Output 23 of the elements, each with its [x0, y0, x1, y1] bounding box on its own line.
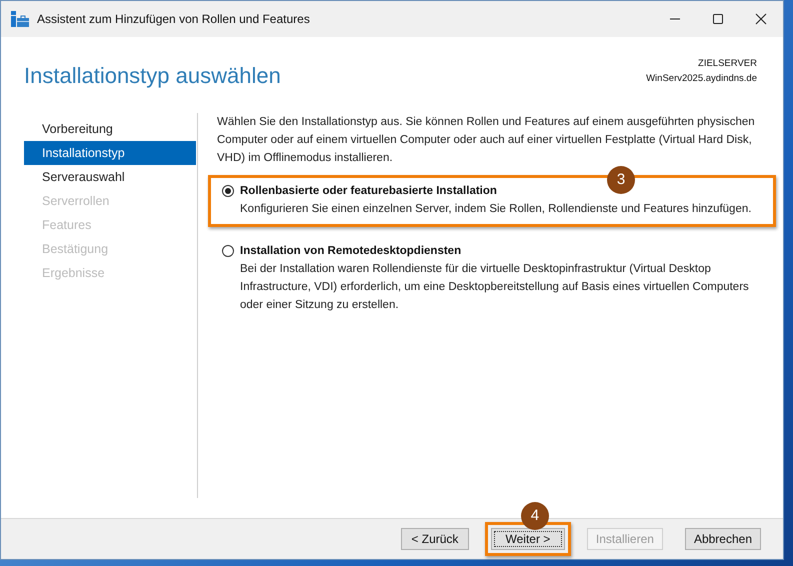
dialog-button[interactable]: Weiter > [490, 528, 565, 550]
dialog-button[interactable]: Abbrechen [684, 528, 761, 550]
radio-button[interactable] [222, 185, 234, 197]
window-title: Assistent zum Hinzufügen von Rollen und Features [37, 12, 310, 26]
server-name: WinServ2025.aydindns.de [646, 72, 757, 86]
server-label: ZIELSERVER [698, 57, 757, 71]
option-description: Bei der Installation waren Rollendienste für die virtuelle Desktopinfrastruktur (Virtual Desktop Infrastructure, VDI) erforderlich, um eine Desktopbereitstellung auf Basis eines virtuellen Computers oder einer Sitzung zu erstellen. [239, 262, 750, 313]
option-label[interactable]: Installation von Remotedesktopdiensten [240, 245, 462, 257]
sidebar-item[interactable]: Serverauswahl [24, 165, 196, 189]
sidebar-item[interactable]: Vorbereitung [24, 117, 196, 141]
dialog-button[interactable]: < Zurück [400, 528, 469, 550]
dialog-button: Installieren [586, 528, 663, 550]
sidebar-item[interactable]: Installationstyp [24, 141, 196, 165]
server-toolbox-icon [11, 11, 29, 27]
page-title: Installationstyp auswählen [24, 63, 281, 90]
option-description: Konfigurieren Sie einen einzelnen Server, indem Sie Rollen, Rollendienste und Features hinzufügen. [239, 202, 752, 217]
radio-button[interactable] [222, 245, 234, 257]
option-label[interactable]: Rollenbasierte oder featurebasierte Installation [240, 185, 497, 197]
close-icon[interactable] [755, 13, 767, 25]
description-text: Wählen Sie den Installationstyp aus. Sie können Rollen und Features auf einem ausgeführten physischen Computer oder auf einem virtuellen Computer oder auch auf einer virtuellen Festplatte (Virtual Hard Disk, VHD) im Offlinemodus installieren. [216, 115, 756, 166]
maximize-icon[interactable] [712, 13, 724, 25]
step-badge: 4 [520, 502, 549, 530]
step-badge: 3 [607, 166, 635, 194]
